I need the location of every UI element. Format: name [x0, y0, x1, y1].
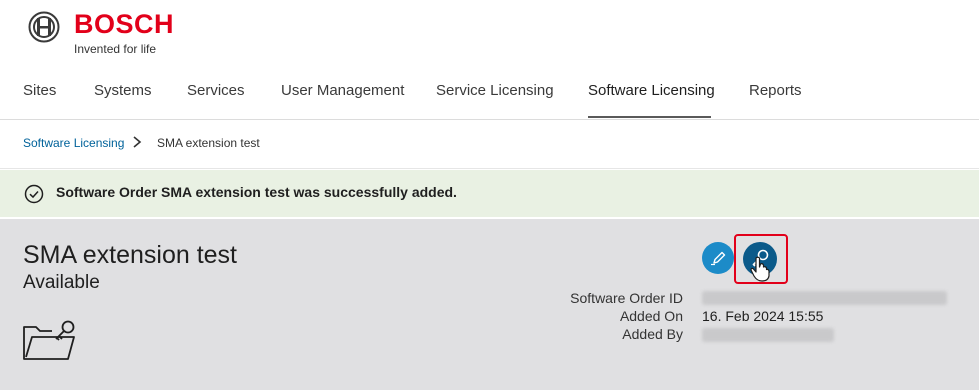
folder-key-icon: [23, 320, 75, 360]
breadcrumb-software-licensing-link[interactable]: Software Licensing: [23, 136, 124, 150]
added-on-value: 16. Feb 2024 15:55: [702, 308, 824, 324]
nav-item-sites[interactable]: Sites: [23, 82, 56, 99]
nav-item-systems[interactable]: Systems: [94, 82, 152, 99]
main-nav: Sites Systems Services User Management S…: [0, 72, 979, 120]
added-by-label: Added By: [622, 326, 683, 342]
order-title: SMA extension test: [23, 241, 238, 269]
order-detail-panel: SMA extension test Available Software Or…: [0, 219, 979, 390]
check-circle-icon: [24, 184, 44, 204]
nav-item-services[interactable]: Services: [187, 82, 245, 99]
order-status: Available: [23, 272, 100, 293]
active-tab-indicator: [588, 116, 711, 118]
added-on-label: Added On: [619, 308, 683, 324]
order-id-label: Software Order ID: [570, 290, 683, 306]
success-message: Software Order SMA extension test was su…: [56, 184, 457, 200]
order-id-value-redacted: [702, 291, 947, 305]
hand-pointer-icon: [750, 256, 770, 282]
brand-name: BOSCH: [74, 9, 175, 39]
nav-item-user-management[interactable]: User Management: [281, 82, 404, 99]
pencil-icon: [711, 251, 726, 266]
brand-tagline: Invented for life: [74, 42, 157, 56]
divider: [0, 168, 979, 169]
bosch-logo[interactable]: BOSCH Invented for life: [28, 9, 188, 57]
success-banner: Software Order SMA extension test was su…: [0, 170, 979, 217]
nav-item-service-licensing[interactable]: Service Licensing: [436, 82, 554, 99]
nav-item-reports[interactable]: Reports: [749, 82, 802, 99]
chevron-right-icon: [133, 136, 142, 148]
nav-item-software-licensing[interactable]: Software Licensing: [588, 82, 715, 99]
bosch-armature-icon: [28, 11, 60, 43]
edit-order-button[interactable]: [702, 242, 734, 274]
added-by-value-redacted: [702, 328, 834, 342]
breadcrumb-current: SMA extension test: [157, 136, 260, 150]
